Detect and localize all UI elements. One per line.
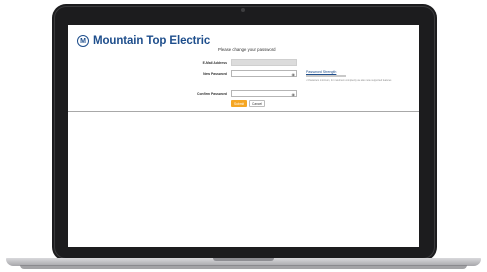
email-label: E-Mail Address <box>202 61 227 65</box>
cancel-button[interactable]: Cancel <box>249 100 265 107</box>
logo-icon: M <box>77 35 89 47</box>
page-prompt: Please change your password <box>218 47 276 52</box>
confirm-password-label: Confirm Password <box>197 92 227 96</box>
new-password-field[interactable]: ◉ <box>231 70 297 77</box>
submit-button[interactable]: Submit <box>231 100 247 107</box>
logo-text: Mountain Top Electric <box>93 35 211 47</box>
divider <box>68 111 419 112</box>
camera-icon <box>241 8 245 12</box>
laptop-shadow <box>20 265 467 269</box>
brand-logo[interactable]: M Mountain Top Electric <box>77 35 210 47</box>
eye-icon[interactable]: ◉ <box>292 92 296 98</box>
confirm-password-field[interactable]: ◉ <box>231 90 297 97</box>
email-field <box>231 59 297 66</box>
password-strength-bar <box>306 75 346 77</box>
laptop-notch <box>213 258 274 261</box>
screen: M Mountain Top Electric Please change yo… <box>68 25 419 247</box>
password-strength-link[interactable]: Password Strength <box>306 70 336 74</box>
eye-icon[interactable]: ◉ <box>292 72 296 78</box>
new-password-label: New Password <box>203 72 227 76</box>
password-hint: • Characters minimum, for maximum comple… <box>306 79 392 82</box>
